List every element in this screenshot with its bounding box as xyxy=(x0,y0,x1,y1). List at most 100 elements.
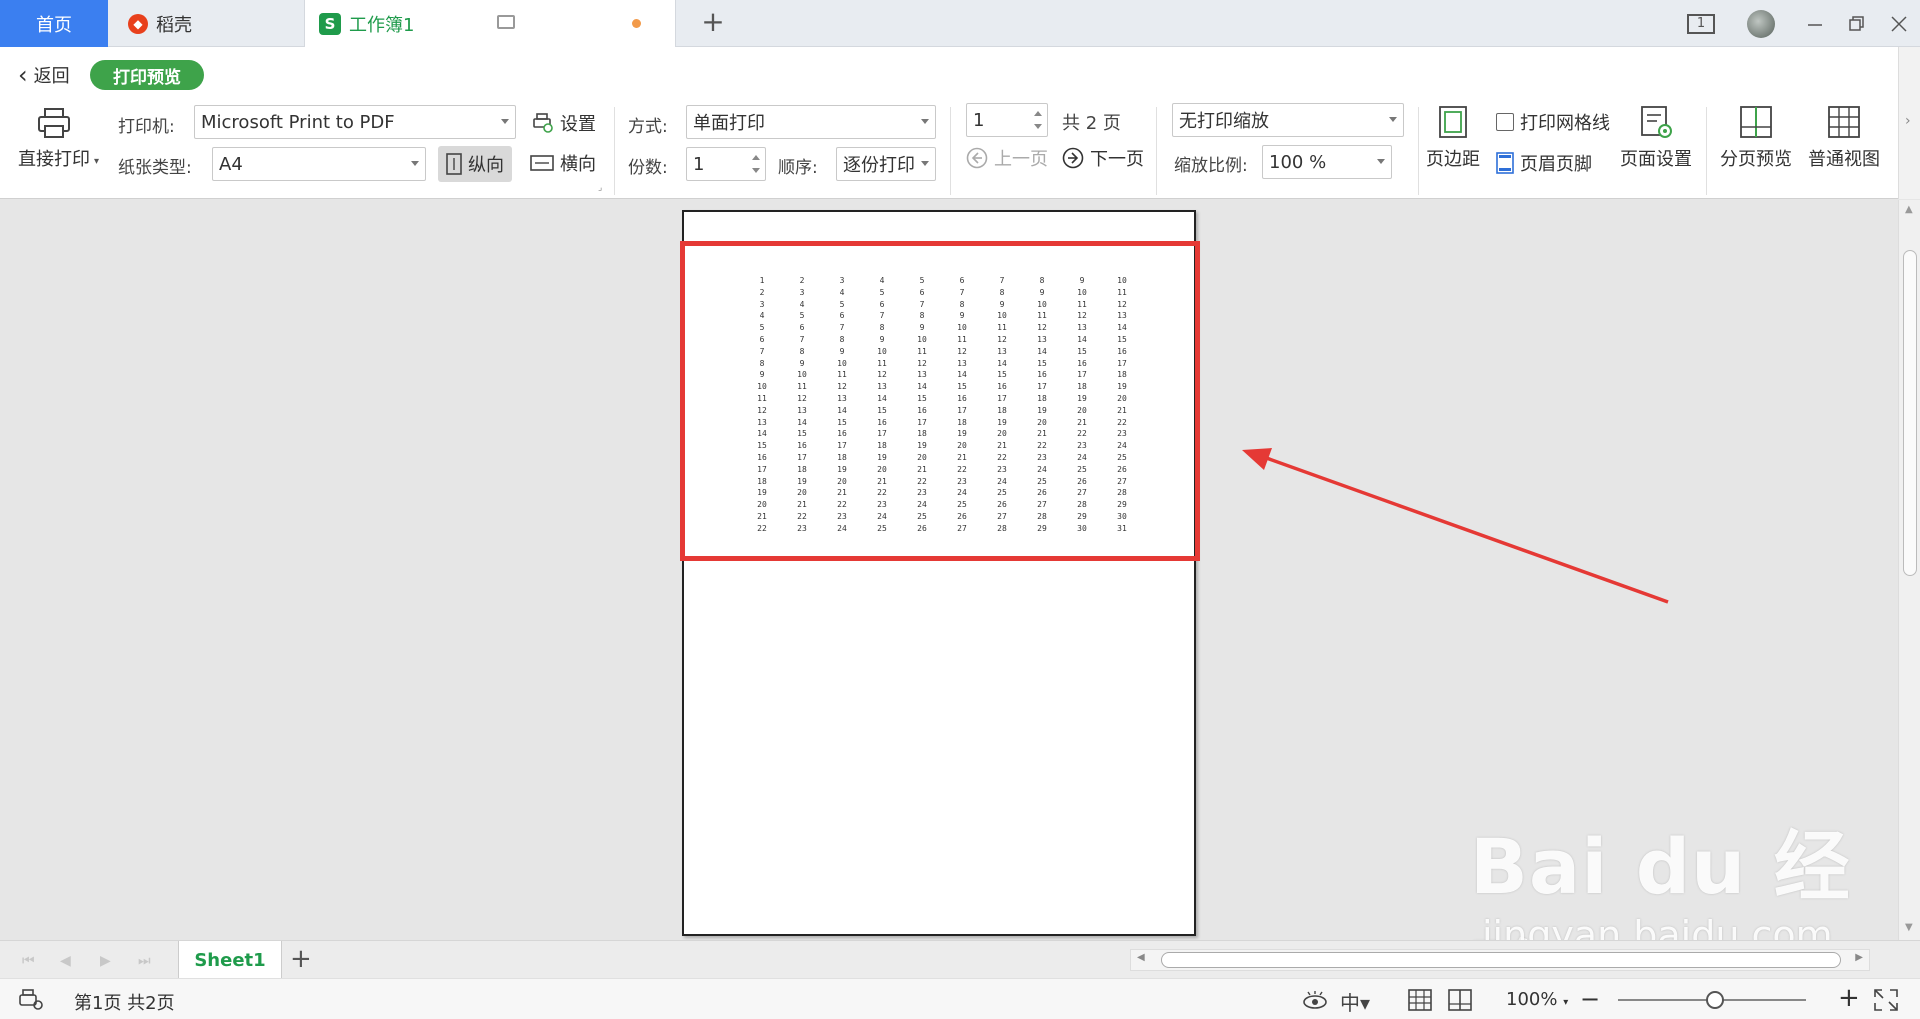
print-scaling-select[interactable]: 无打印缩放 xyxy=(1172,103,1404,137)
close-button[interactable] xyxy=(1882,8,1916,40)
center-page-icon[interactable]: 中▾ xyxy=(1340,987,1370,1016)
status-bar: 第1页 共2页 中▾ 100% ▾ − + xyxy=(0,978,1920,1019)
zoom-percentage[interactable]: 100% ▾ xyxy=(1506,989,1568,1010)
add-sheet-button[interactable]: + xyxy=(290,944,312,974)
printer-settings-icon xyxy=(533,113,553,133)
scroll-left-icon[interactable]: ◀ xyxy=(1137,952,1145,963)
normal-view-icon xyxy=(1828,106,1860,138)
avatar-image xyxy=(1747,10,1775,38)
print-gridlines-label: 打印网格线 xyxy=(1520,113,1610,134)
tab-workbook[interactable]: S 工作簿1 xyxy=(304,0,676,48)
copies-label: 份数: xyxy=(628,158,668,178)
page-number-value: 1 xyxy=(973,109,985,131)
horizontal-scrollbar[interactable]: ◀ ▶ xyxy=(1130,949,1870,971)
minimize-icon xyxy=(1808,24,1822,26)
highlight-box xyxy=(680,241,1200,561)
print-gridlines-checkbox[interactable]: 打印网格线 xyxy=(1496,109,1610,135)
previous-page-label: 上一页 xyxy=(994,149,1048,170)
scale-ratio-select[interactable]: 100 % xyxy=(1262,145,1392,179)
print-preview-toolbar: ‹ 返回 打印预览 直接打印 ▾ 打印机: Microsoft Print to… xyxy=(0,47,1920,199)
page-setup-icon xyxy=(1641,106,1672,138)
zoom-value: 100% xyxy=(1506,989,1558,1010)
restore-icon xyxy=(1849,16,1864,31)
tab-daoke[interactable]: ◆ 稻壳 xyxy=(112,0,300,47)
chevron-down-icon xyxy=(1377,159,1385,164)
page-break-preview-icon xyxy=(1740,106,1772,138)
spreadsheet-icon: S xyxy=(319,13,341,35)
portrait-label: 纵向 xyxy=(468,155,504,176)
page-setup-label: 页面设置 xyxy=(1620,149,1692,170)
chevron-down-icon xyxy=(921,161,929,166)
scroll-up-icon[interactable]: ▲ xyxy=(1905,204,1913,215)
daoke-logo-icon: ◆ xyxy=(128,13,148,34)
toolbar-divider xyxy=(950,107,951,195)
page-number-stepper[interactable]: 1 xyxy=(966,103,1048,137)
landscape-icon xyxy=(530,155,554,171)
page-break-preview-button[interactable]: 分页预览 xyxy=(1720,105,1792,171)
first-sheet-icon[interactable]: ⏮ xyxy=(22,953,35,969)
add-tab-button[interactable]: + xyxy=(696,6,730,40)
previous-page-button[interactable]: 上一页 xyxy=(966,145,1048,171)
zoom-out-icon[interactable]: − xyxy=(1580,985,1600,1013)
method-label: 方式: xyxy=(628,117,668,137)
zoom-in-icon[interactable]: + xyxy=(1838,983,1860,1013)
print-method-select[interactable]: 单面打印 xyxy=(686,105,936,139)
header-footer-button[interactable]: 页眉页脚 xyxy=(1496,150,1592,176)
portrait-button[interactable]: 纵向 xyxy=(438,146,512,182)
header-footer-icon xyxy=(1496,152,1514,174)
horizontal-scroll-thumb[interactable] xyxy=(1161,952,1841,968)
avatar[interactable] xyxy=(1744,8,1778,40)
page-count-badge: 1 xyxy=(1687,14,1715,34)
printer-select[interactable]: Microsoft Print to PDF xyxy=(194,105,516,139)
vertical-scroll-thumb[interactable] xyxy=(1903,250,1917,576)
direct-print-label: 直接打印 xyxy=(18,149,90,170)
paper-type-value: A4 xyxy=(219,153,243,175)
spin-arrows-icon[interactable] xyxy=(751,153,761,175)
monitor-icon[interactable] xyxy=(497,15,515,29)
expand-corner-icon[interactable]: ⌟ xyxy=(598,183,602,193)
unsaved-dot-icon xyxy=(632,19,641,28)
printer-settings-button[interactable]: 设置 xyxy=(532,110,596,136)
print-preview-badge: 打印预览 xyxy=(90,60,204,90)
spin-arrows-icon[interactable] xyxy=(1033,109,1043,131)
scroll-down-icon[interactable]: ▼ xyxy=(1905,922,1913,933)
scroll-right-icon[interactable]: ▶ xyxy=(1855,952,1863,963)
prev-sheet-icon[interactable]: ◀ xyxy=(60,953,71,969)
next-page-button[interactable]: 下一页 xyxy=(1062,145,1144,171)
eye-protection-icon[interactable] xyxy=(1302,989,1328,1011)
direct-print-dropdown-icon[interactable]: ▾ xyxy=(94,156,99,167)
last-sheet-icon[interactable]: ⏭ xyxy=(138,953,151,969)
margins-button[interactable]: 页边距 xyxy=(1426,105,1480,171)
toolbar-scroll-right[interactable]: › xyxy=(1898,47,1920,199)
page-count-button[interactable]: 1 xyxy=(1684,8,1718,40)
zoom-slider-knob[interactable] xyxy=(1706,991,1724,1009)
normal-view-button[interactable]: 普通视图 xyxy=(1808,105,1880,171)
tab-home[interactable]: 首页 xyxy=(0,0,108,47)
next-sheet-icon[interactable]: ▶ xyxy=(100,953,111,969)
direct-print-button[interactable]: 直接打印 xyxy=(18,107,90,171)
back-button[interactable]: ‹ 返回 xyxy=(18,62,70,88)
restore-button[interactable] xyxy=(1840,8,1874,40)
page-setup-button[interactable]: 页面设置 xyxy=(1620,105,1692,171)
sheet-tab-sheet1[interactable]: Sheet1 xyxy=(178,941,282,979)
landscape-label: 横向 xyxy=(560,154,596,175)
page-info-text: 第1页 共2页 xyxy=(74,993,175,1014)
arrow-left-circle-icon xyxy=(966,147,988,169)
print-order-select[interactable]: 逐份打印 xyxy=(836,147,936,181)
sheet-tab-bar: ⏮ ◀ ▶ ⏭ Sheet1 + ◀ ▶ xyxy=(0,940,1920,979)
landscape-button[interactable]: 横向 xyxy=(530,150,596,176)
copies-stepper[interactable]: 1 xyxy=(686,147,766,181)
minimize-button[interactable] xyxy=(1798,8,1832,40)
print-status-icon[interactable] xyxy=(18,989,44,1011)
printer-value: Microsoft Print to PDF xyxy=(201,111,395,133)
fullscreen-icon[interactable] xyxy=(1874,989,1898,1011)
page-break-view-status-icon[interactable] xyxy=(1448,989,1472,1011)
chevron-down-icon: ▾ xyxy=(1563,997,1569,1008)
settings-label: 设置 xyxy=(560,114,596,135)
margins-label: 页边距 xyxy=(1426,149,1480,170)
paper-type-select[interactable]: A4 xyxy=(212,147,426,181)
vertical-scrollbar[interactable]: ▲ ▼ xyxy=(1898,200,1920,940)
print-scaling-value: 无打印缩放 xyxy=(1179,111,1269,132)
normal-view-status-icon[interactable] xyxy=(1408,989,1432,1011)
scale-ratio-label: 缩放比例: xyxy=(1174,156,1248,176)
